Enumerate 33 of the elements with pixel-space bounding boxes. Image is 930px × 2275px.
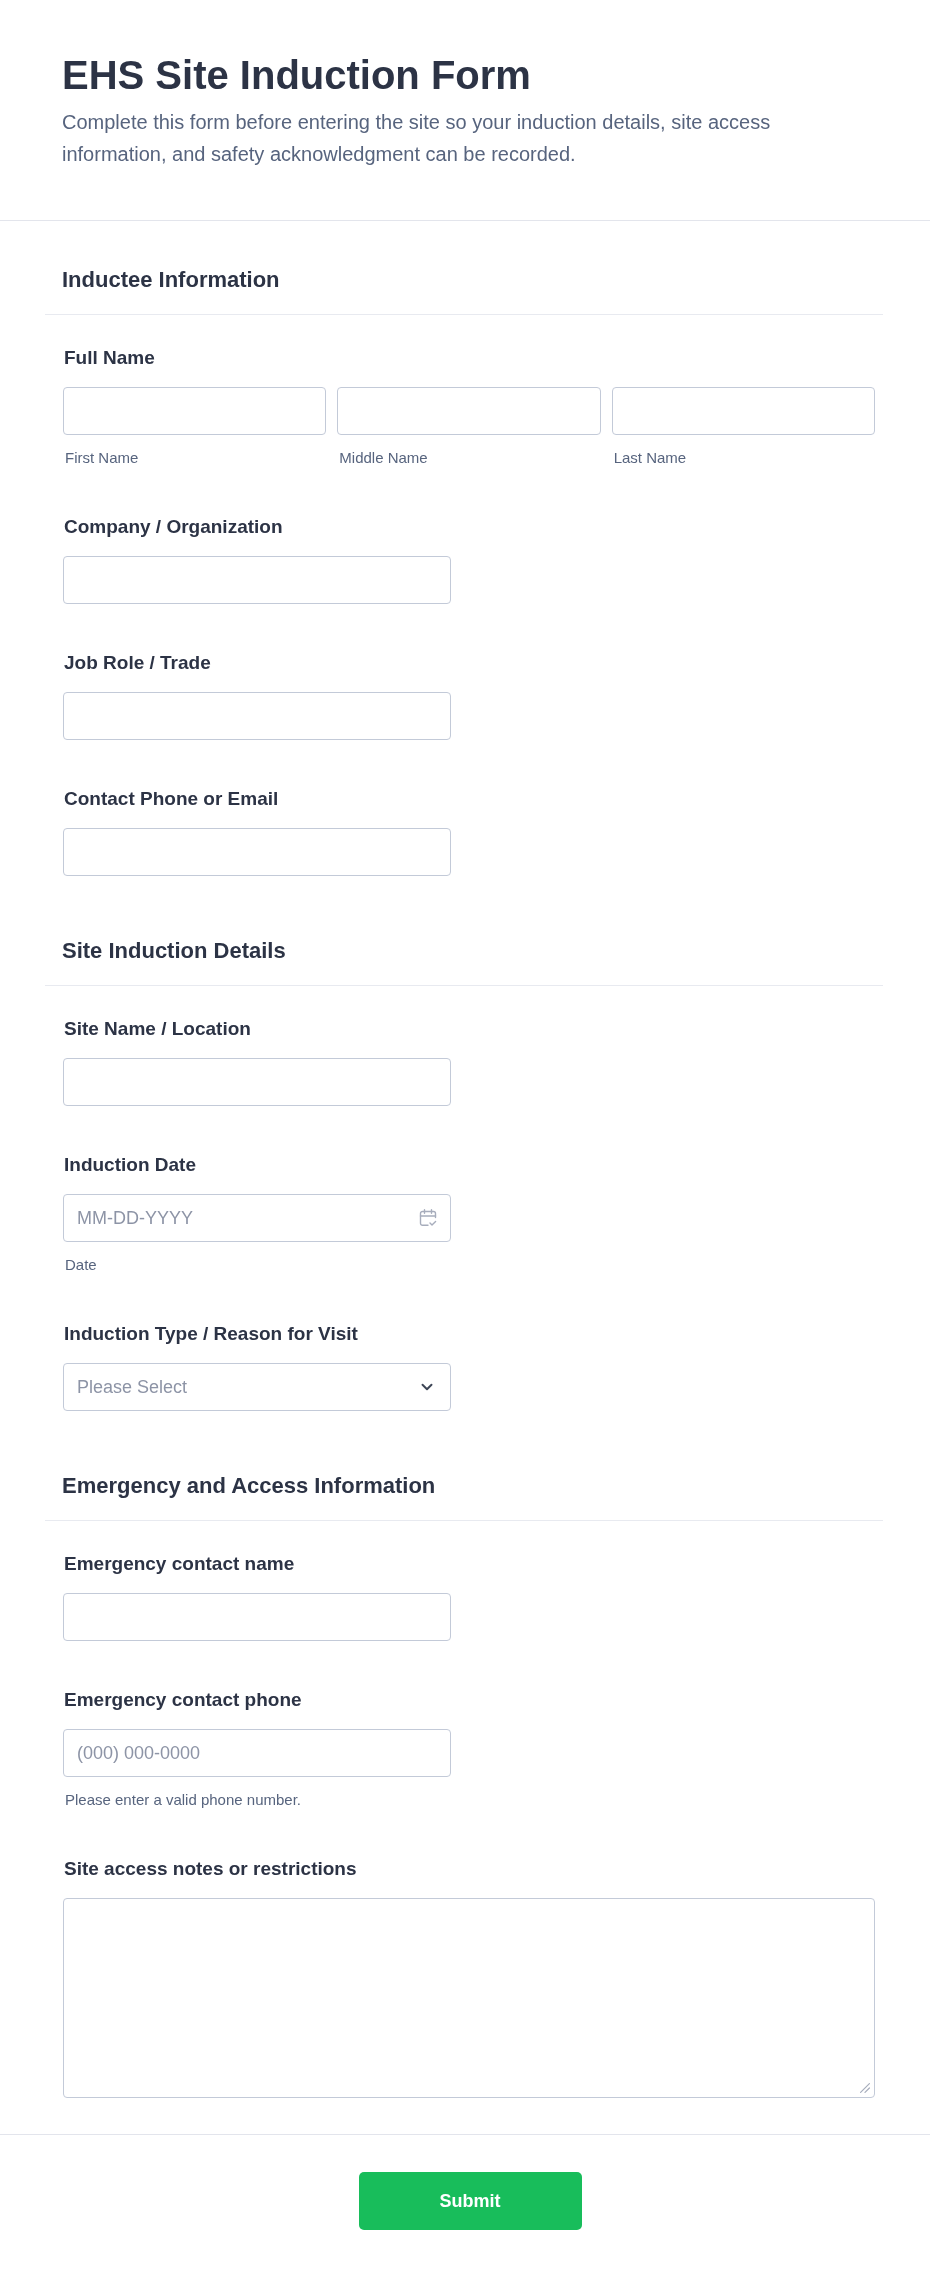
field-label: Contact Phone or Email — [63, 787, 279, 811]
field-label: Site Name / Location — [63, 1017, 251, 1041]
field-label: Full Name — [63, 346, 155, 370]
text-field[interactable] — [63, 1058, 451, 1106]
field-caption: First Name — [64, 448, 139, 468]
section-heading: Emergency and Access Information — [62, 1472, 437, 1500]
form-title: EHS Site Induction Form — [62, 52, 532, 99]
field-caption: Please enter a valid phone number. — [64, 1790, 301, 1810]
text-field[interactable]: (000) 000-0000 — [63, 1729, 451, 1777]
text-field[interactable] — [63, 556, 451, 604]
field-label: Emergency contact name — [63, 1552, 295, 1576]
field-caption: Last Name — [612, 448, 687, 468]
section-heading: Site Induction Details — [62, 937, 287, 965]
submit-button[interactable]: Submit — [358, 2172, 582, 2230]
form-description: Complete this form before entering the site so your induction details, site access information, and safety acknowledgment can be recorded. — [62, 110, 772, 167]
field-caption: Date — [64, 1255, 97, 1275]
textarea-field[interactable] — [63, 1898, 875, 2098]
field-caption: Middle Name — [338, 448, 428, 468]
text-field[interactable] — [337, 387, 601, 435]
text-field[interactable] — [63, 692, 451, 740]
text-field[interactable] — [63, 828, 451, 876]
field-label: Job Role / Trade — [63, 651, 211, 675]
text-field[interactable] — [63, 1593, 451, 1641]
date-field[interactable]: MM-DD-YYYY — [63, 1194, 451, 1242]
dropdown-field[interactable]: Please Select — [63, 1363, 451, 1411]
field-label: Induction Type / Reason for Visit — [63, 1322, 358, 1346]
text-field[interactable] — [63, 387, 327, 435]
field-label: Induction Date — [63, 1153, 196, 1177]
text-field[interactable] — [611, 387, 875, 435]
field-label: Company / Organization — [63, 515, 283, 539]
field-label: Emergency contact phone — [63, 1688, 302, 1712]
field-label: Site access notes or restrictions — [63, 1857, 357, 1881]
section-heading: Inductee Information — [62, 266, 281, 294]
